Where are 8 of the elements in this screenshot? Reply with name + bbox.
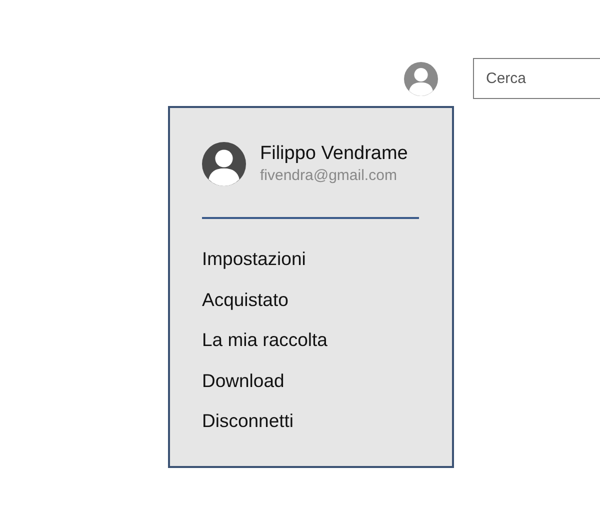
search-field[interactable]: Cerca: [473, 58, 600, 99]
user-email: fivendra@gmail.com: [260, 166, 398, 186]
menu-item[interactable]: Download: [202, 360, 284, 402]
menu-item[interactable]: La mia raccolta: [202, 320, 328, 361]
menu-item[interactable]: Acquistato: [202, 280, 288, 320]
user-name: Filippo Vendrame: [260, 142, 408, 166]
menu-item[interactable]: Disconnetti: [202, 401, 294, 442]
menu-item[interactable]: Impostazioni: [202, 239, 306, 280]
